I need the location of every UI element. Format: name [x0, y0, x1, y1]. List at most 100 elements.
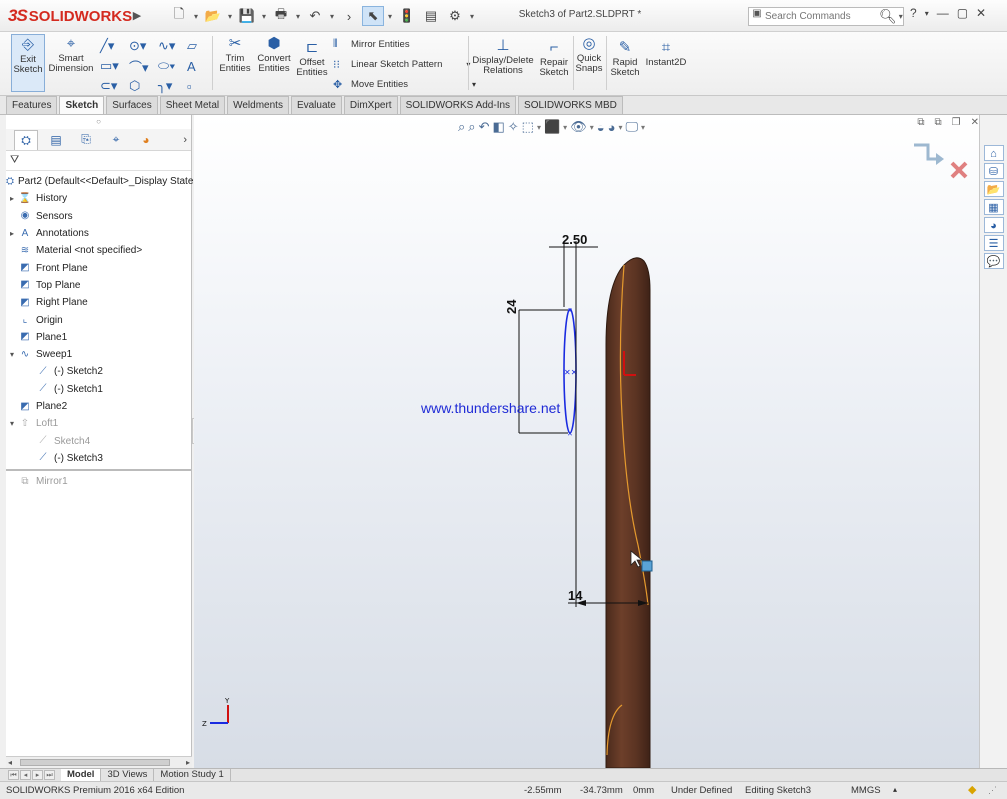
configuration-manager-tab-icon[interactable]: ⎘ — [74, 130, 98, 150]
repair-sketch-button[interactable]: ⌐ Repair Sketch — [537, 40, 571, 78]
unit-system-dropdown-icon[interactable]: ▴ — [893, 785, 897, 794]
tree-item-history[interactable]: ▸ ⌛ History — [6, 190, 191, 207]
print-dropdown-icon[interactable]: ▾ — [294, 6, 302, 26]
feature-manager-tab-icon[interactable]: ⛭ — [14, 129, 38, 150]
search-dropdown-icon[interactable]: ▾ — [899, 12, 903, 21]
smart-dimension-button[interactable]: ⌖ Smart Dimension — [48, 36, 94, 74]
open-dropdown-icon[interactable]: ▾ — [226, 6, 234, 26]
tab-solidworks-mbd[interactable]: SOLIDWORKS MBD — [518, 96, 623, 114]
dimension-left-value[interactable]: 24 — [504, 300, 519, 314]
tab-evaluate[interactable]: Evaluate — [290, 96, 342, 114]
search-icon[interactable]: 🔍︎ — [879, 8, 897, 25]
model-body[interactable] — [605, 257, 651, 768]
tab-surfaces[interactable]: Surfaces — [106, 96, 158, 114]
graphics-area[interactable]: ⌕ ⌕ ↶ ◧ ✧ ⬚▾ ⬛▾ 👁︎▾ ◒ ◕▾ 🖵▾ ⧉ ⧉ ❐ ✕ — [194, 115, 979, 768]
move-entities-button[interactable]: ✥ Move Entities ▾ — [333, 78, 476, 91]
exit-sketch-button[interactable]: ⎆ Exit Sketch — [11, 34, 45, 92]
circle-tool-icon[interactable]: ⊙▾ — [129, 38, 152, 54]
tree-item-right-plane[interactable]: ◩ Right Plane — [6, 294, 191, 311]
tree-root-part[interactable]: ⛭ Part2 (Default<<Default>_Display State — [6, 173, 193, 190]
property-manager-tab-icon[interactable]: ▤ — [44, 130, 68, 150]
convert-entities-button[interactable]: ⬢ Convert Entities — [255, 36, 293, 74]
trim-entities-button[interactable]: ✂ Trim Entities — [216, 36, 254, 74]
tab-weldments[interactable]: Weldments — [227, 96, 289, 114]
help-icon[interactable]: ? — [910, 6, 917, 20]
move-dropdown-icon[interactable]: ▾ — [472, 80, 476, 89]
tree-item-origin[interactable]: ⌞ Origin — [6, 311, 191, 328]
panel-horizontal-scrollbar[interactable]: ◂ ▸ — [6, 756, 192, 768]
tree-item-plane1[interactable]: ◩ Plane1 — [6, 329, 191, 346]
tab-sketch[interactable]: Sketch — [59, 96, 105, 114]
tab-solidworks-add-ins[interactable]: SOLIDWORKS Add-Ins — [399, 96, 517, 114]
search-input[interactable] — [765, 11, 875, 22]
dimension-bottom-value[interactable]: 14 — [568, 588, 582, 603]
tree-expander-icon[interactable]: ▾ — [6, 350, 18, 359]
tree-item-sketch3[interactable]: ⟋ (-) Sketch3 — [6, 450, 191, 467]
panel-more-arrow-icon[interactable]: › — [183, 134, 187, 146]
first-tab-icon[interactable]: ⏮ — [8, 770, 19, 780]
tree-item-sweep1[interactable]: ▾ ∿ Sweep1 — [6, 346, 191, 363]
tab-sheet-metal[interactable]: Sheet Metal — [159, 96, 226, 114]
instant2d-button[interactable]: ⌗ Instant2D — [644, 40, 688, 68]
display-manager-tab-icon[interactable]: ◕ — [134, 130, 158, 150]
offset-entities-button[interactable]: ⊏ Offset Entities — [295, 40, 329, 78]
slot-tool-icon[interactable]: ⊂▾ — [100, 78, 123, 94]
help-dropdown-icon[interactable]: ▾ — [925, 9, 929, 18]
tree-filter-row[interactable]: ⛛ — [6, 151, 191, 171]
tree-item-material-not-specified[interactable]: ≋ Material <not specified> — [6, 242, 191, 259]
sketch-state[interactable]: Under Defined — [671, 785, 732, 796]
new-document-icon[interactable]: 🗋 — [168, 6, 190, 26]
unit-system[interactable]: MMGS — [851, 785, 881, 796]
tree-expander-icon[interactable]: ▾ — [6, 419, 18, 428]
dimxpert-manager-tab-icon[interactable]: ⌖ — [104, 130, 128, 150]
dimension-top-value[interactable]: 2.50 — [562, 232, 587, 247]
tree-item-top-plane[interactable]: ◩ Top Plane — [6, 277, 191, 294]
polygon-tool-icon[interactable]: ⬡ — [129, 78, 152, 94]
bottom-tab-3d-views[interactable]: 3D Views — [101, 769, 155, 781]
appearances-icon[interactable]: ◕ — [983, 217, 1004, 233]
design-library-icon[interactable]: ⛁ — [983, 163, 1004, 179]
display-delete-relations-button[interactable]: ⊥ Display/Delete Relations — [472, 38, 534, 76]
close-icon[interactable]: ✕ — [976, 6, 986, 20]
options-dropdown-icon[interactable]: ▾ — [468, 6, 476, 26]
tree-expander-icon[interactable]: ▸ — [6, 194, 18, 203]
view-palette-icon[interactable]: ▦ — [983, 199, 1004, 215]
sketch-point-handle[interactable] — [641, 560, 653, 572]
solidworks-logo[interactable]: 3S SOLIDWORKS — [8, 4, 132, 28]
save-dropdown-icon[interactable]: ▾ — [260, 6, 268, 26]
panel-grip-icon[interactable]: ○ — [6, 115, 191, 129]
forum-icon[interactable]: 💬 — [983, 253, 1004, 269]
tree-expander-icon[interactable]: ▸ — [6, 229, 18, 238]
prev-tab-icon[interactable]: ◂ — [20, 770, 31, 780]
select-pointer-icon[interactable]: ⬉ — [362, 6, 384, 26]
resize-grip-icon[interactable]: ⋰ — [988, 785, 997, 796]
select-dropdown-icon[interactable]: ▾ — [386, 6, 394, 26]
tab-features[interactable]: Features — [6, 96, 58, 114]
undo-dropdown-icon[interactable]: ▾ — [328, 6, 336, 26]
tree-item-plane2[interactable]: ◩ Plane2 — [6, 398, 191, 415]
filter-icon[interactable]: ⛛ — [10, 154, 19, 167]
ellipse-tool-icon[interactable]: ⬭▾ — [158, 58, 181, 74]
quick-snaps-button[interactable]: ◎ Quick Snaps — [575, 36, 603, 74]
bottom-tab-motion-study-1[interactable]: Motion Study 1 — [154, 769, 231, 781]
file-explorer-icon[interactable]: 📂 — [983, 181, 1004, 197]
search-scope-icon[interactable]: ▣ — [749, 8, 765, 25]
next-tab-icon[interactable]: ▸ — [32, 770, 43, 780]
arc-tool-icon[interactable]: ⌒▾ — [129, 57, 152, 76]
print-icon[interactable]: 🖶 — [270, 6, 292, 26]
tree-item-mirror1[interactable]: ⧉ Mirror1 — [6, 473, 191, 490]
tree-item-annotations[interactable]: ▸ A Annotations — [6, 225, 191, 242]
rapid-sketch-button[interactable]: ✎ Rapid Sketch — [608, 40, 642, 78]
minimize-icon[interactable]: — — [937, 6, 949, 20]
linear-sketch-pattern-button[interactable]: ⁝⁝Linear Sketch Pattern▾ — [333, 58, 470, 71]
scroll-thumb[interactable] — [20, 759, 170, 766]
redo-icon[interactable]: › — [338, 6, 360, 26]
tree-item-loft1[interactable]: ▾ ⇧ Loft1 — [6, 415, 191, 432]
line-tool-icon[interactable]: ╱▾ — [100, 38, 123, 54]
file-properties-icon[interactable]: ▤ — [420, 6, 442, 26]
text-tool-icon[interactable]: A — [187, 59, 210, 74]
fillet-tool-icon[interactable]: ╮▾ — [158, 78, 181, 94]
tree-item-front-plane[interactable]: ◩ Front Plane — [6, 259, 191, 276]
plane-tool-icon[interactable]: ▱ — [187, 38, 210, 54]
menu-expand-icon[interactable]: ▶ — [131, 6, 143, 26]
